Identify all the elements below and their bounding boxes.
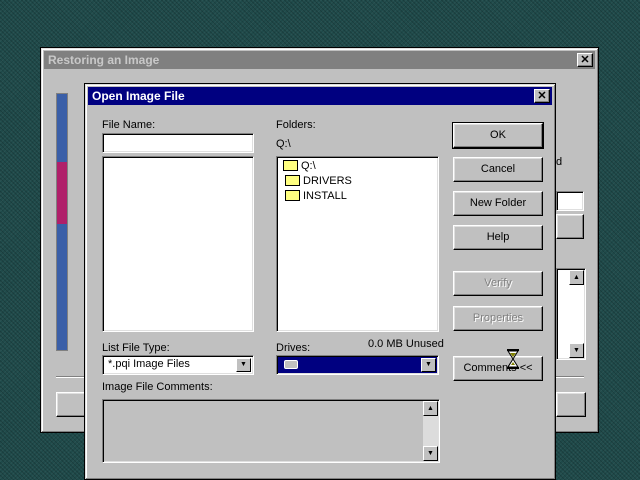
comments-scroll-track[interactable]: [423, 416, 438, 446]
restoring-field: [556, 191, 584, 211]
folder-icon: [285, 175, 300, 186]
cancel-button[interactable]: Cancel: [453, 157, 543, 182]
cancel-button-label: Cancel: [480, 163, 516, 175]
dialog-title: Open Image File: [92, 89, 185, 103]
file-list[interactable]: [102, 156, 254, 332]
help-button-label: Help: [486, 231, 510, 243]
folder-icon: [285, 190, 300, 201]
hourglass-icon: [507, 349, 519, 369]
verify-button[interactable]: Verify: [453, 271, 543, 296]
list-file-type-select[interactable]: *.pqi Image Files ▼: [102, 355, 254, 375]
restoring-title: Restoring an Image: [48, 53, 160, 67]
close-icon[interactable]: ✕: [577, 53, 593, 67]
comments-button[interactable]: Comments <<: [453, 356, 543, 381]
ok-button[interactable]: OK: [452, 122, 544, 149]
unused-space: 0.0 MB Unused: [368, 338, 444, 350]
close-icon[interactable]: ✕: [534, 89, 550, 103]
folder-tree[interactable]: Q:\ DRIVERS INSTALL: [276, 156, 439, 332]
restoring-color-bar: [56, 93, 68, 351]
new-folder-button-label: New Folder: [469, 197, 527, 209]
list-file-type-label: List File Type:: [102, 342, 170, 354]
folder-item[interactable]: DRIVERS: [285, 174, 352, 188]
dialog-title-bar: Open Image File ✕: [88, 87, 552, 105]
restoring-title-bar: Restoring an Image ✕: [44, 51, 595, 69]
open-image-dialog: Open Image File ✕ File Name: Folders: Q:…: [84, 83, 556, 480]
folder-item-label: Q:\: [301, 160, 316, 172]
restoring-bottom-button-left[interactable]: [56, 392, 86, 417]
drives-label: Drives:: [276, 342, 311, 354]
properties-button-label: Properties: [472, 312, 524, 324]
verify-button-label: Verify: [484, 277, 512, 289]
folder-item[interactable]: Q:\: [283, 159, 316, 173]
comments-label: Image File Comments:: [102, 381, 213, 393]
restoring-partial-d: d: [556, 156, 563, 168]
current-path: Q:\: [276, 138, 291, 150]
comments-textarea[interactable]: ▲ ▼: [102, 399, 440, 463]
scroll-down-icon[interactable]: ▼: [569, 343, 584, 358]
new-folder-button[interactable]: New Folder: [453, 191, 543, 216]
folder-open-icon: [283, 160, 298, 171]
scroll-up-icon[interactable]: ▲: [569, 270, 584, 285]
file-name-input[interactable]: [102, 133, 254, 153]
dropdown-arrow-icon[interactable]: ▼: [236, 358, 251, 372]
folders-label: Folders:: [276, 119, 316, 131]
restoring-side-button[interactable]: [556, 214, 584, 239]
scroll-up-icon[interactable]: ▲: [423, 401, 438, 416]
help-button[interactable]: Help: [453, 225, 543, 250]
scroll-down-icon[interactable]: ▼: [423, 446, 438, 461]
drive-icon: [284, 360, 298, 369]
file-name-label: File Name:: [102, 119, 156, 131]
restoring-list: ▲ ▼: [556, 268, 586, 360]
folder-item[interactable]: INSTALL: [285, 189, 347, 203]
drives-select[interactable]: ▼: [276, 355, 439, 375]
restoring-bottom-button-right[interactable]: [556, 392, 586, 417]
ok-button-label: OK: [490, 129, 506, 141]
comments-button-label: Comments <<: [463, 362, 533, 374]
folder-item-label: DRIVERS: [303, 175, 352, 187]
folder-item-label: INSTALL: [303, 190, 347, 202]
dropdown-arrow-icon[interactable]: ▼: [421, 358, 436, 372]
list-file-type-value: *.pqi Image Files: [108, 358, 190, 370]
properties-button[interactable]: Properties: [453, 306, 543, 331]
